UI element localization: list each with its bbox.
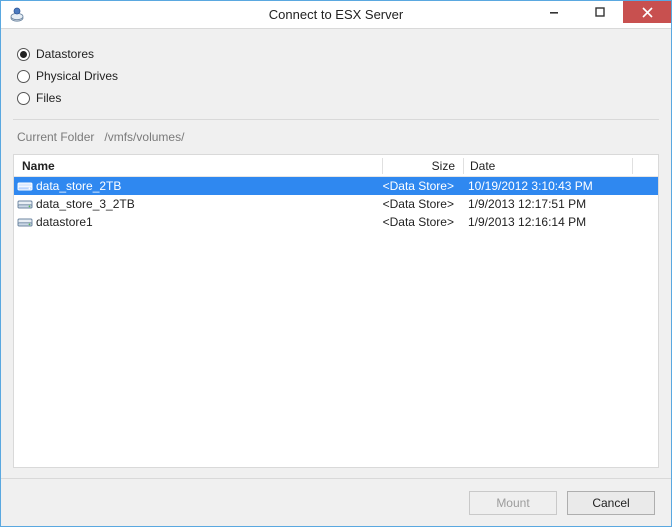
- current-folder-path: /vmfs/volumes/: [104, 130, 184, 144]
- table-row[interactable]: data_store_3_2TB<Data Store>1/9/2013 12:…: [14, 195, 658, 213]
- radio-label: Datastores: [36, 47, 94, 61]
- row-name: data_store_2TB: [36, 179, 382, 193]
- minimize-button[interactable]: [531, 1, 577, 23]
- mount-button[interactable]: Mount: [469, 491, 557, 515]
- row-name: datastore1: [36, 215, 382, 229]
- maximize-button[interactable]: [577, 1, 623, 23]
- row-name: data_store_3_2TB: [36, 197, 382, 211]
- column-header-size[interactable]: Size: [383, 159, 463, 173]
- app-icon: [9, 7, 25, 23]
- radio-icon: [17, 92, 30, 105]
- radio-physical-drives[interactable]: Physical Drives: [17, 65, 655, 87]
- cancel-button[interactable]: Cancel: [567, 491, 655, 515]
- table-row[interactable]: datastore1<Data Store>1/9/2013 12:16:14 …: [14, 213, 658, 231]
- list-header: Name Size Date: [14, 155, 658, 177]
- radio-datastores[interactable]: Datastores: [17, 43, 655, 65]
- row-size: <Data Store>: [382, 179, 462, 193]
- column-header-date[interactable]: Date: [464, 159, 632, 173]
- dialog-window: Connect to ESX Server Datastores Physica…: [0, 0, 672, 527]
- datastore-icon: [14, 180, 36, 192]
- datastore-icon: [14, 216, 36, 228]
- row-size: <Data Store>: [382, 215, 462, 229]
- current-folder-label: Current Folder: [17, 130, 94, 144]
- radio-files[interactable]: Files: [17, 87, 655, 109]
- separator: [13, 119, 659, 120]
- radio-label: Physical Drives: [36, 69, 118, 83]
- row-size: <Data Store>: [382, 197, 462, 211]
- table-row[interactable]: data_store_2TB<Data Store>10/19/2012 3:1…: [14, 177, 658, 195]
- close-button[interactable]: [623, 1, 671, 23]
- list-body: data_store_2TB<Data Store>10/19/2012 3:1…: [14, 177, 658, 467]
- current-folder-display: Current Folder /vmfs/volumes/: [13, 128, 659, 154]
- datastore-icon: [14, 198, 36, 210]
- radio-icon: [17, 48, 30, 61]
- row-date: 10/19/2012 3:10:43 PM: [462, 179, 630, 193]
- window-controls: [531, 1, 671, 28]
- datastore-list: Name Size Date data_store_2TB<Data Store…: [13, 154, 659, 468]
- column-divider: [632, 158, 633, 174]
- button-bar: Mount Cancel: [1, 478, 671, 526]
- source-radio-group: Datastores Physical Drives Files: [13, 39, 659, 119]
- radio-label: Files: [36, 91, 61, 105]
- row-date: 1/9/2013 12:17:51 PM: [462, 197, 630, 211]
- title-bar: Connect to ESX Server: [1, 1, 671, 29]
- column-header-name[interactable]: Name: [14, 159, 382, 173]
- content-area: Datastores Physical Drives Files Current…: [1, 29, 671, 478]
- radio-icon: [17, 70, 30, 83]
- row-date: 1/9/2013 12:16:14 PM: [462, 215, 630, 229]
